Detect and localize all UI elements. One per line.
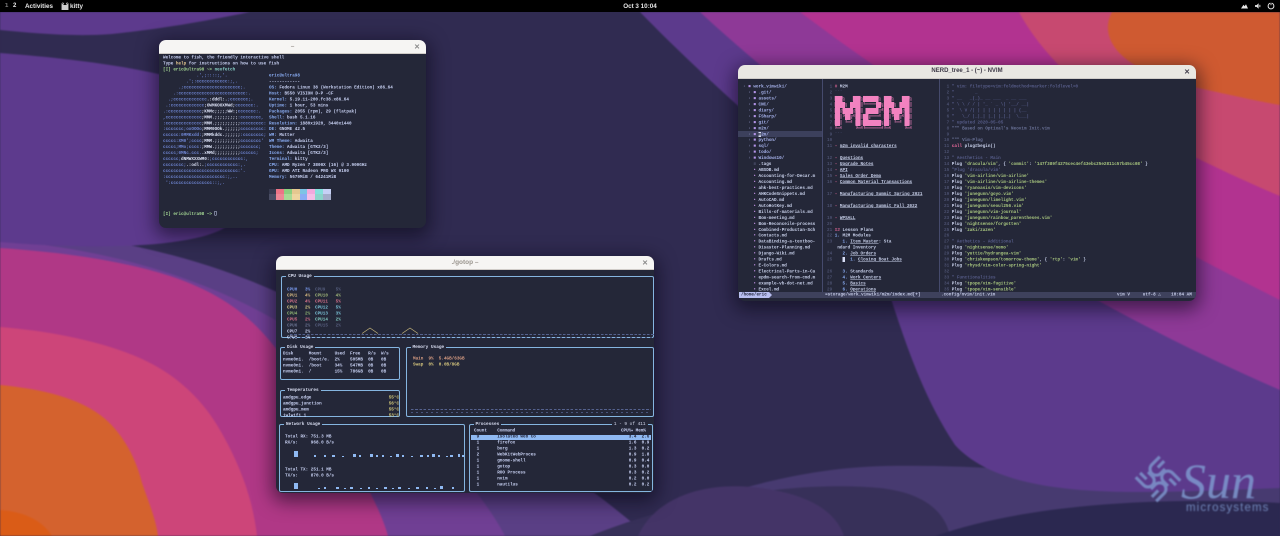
svg-text:Sun: Sun — [1181, 453, 1256, 509]
svg-text:microsystems: microsystems — [1186, 502, 1269, 514]
